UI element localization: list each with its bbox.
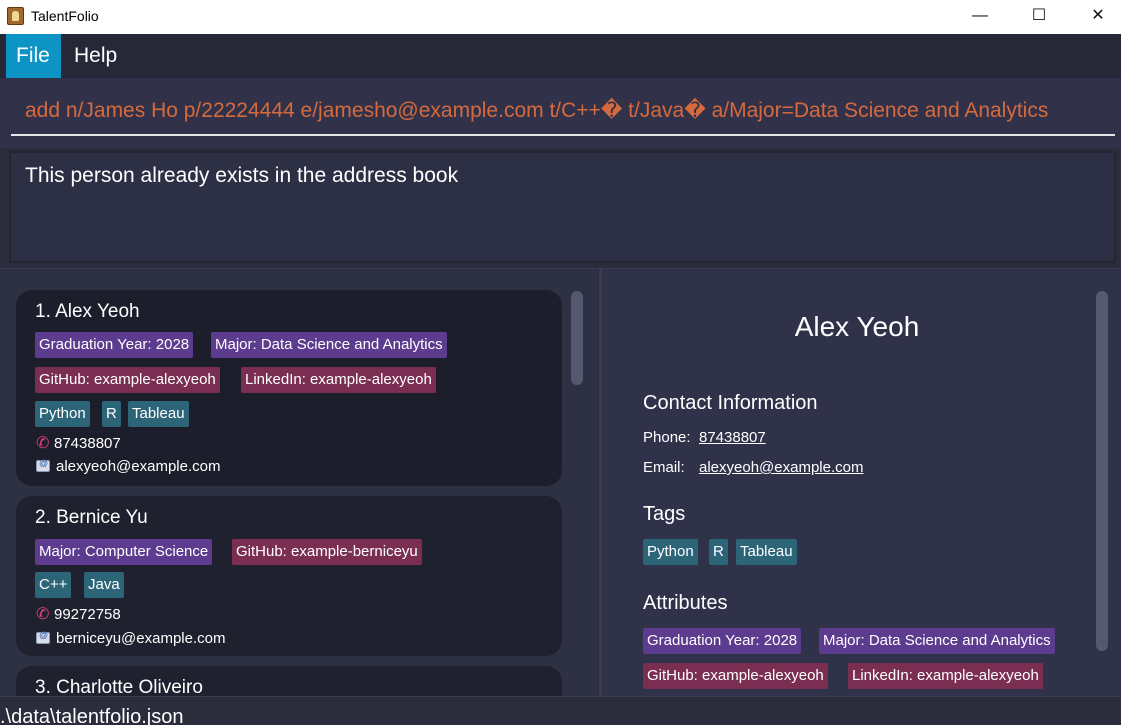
phone-icon: ✆ xyxy=(36,435,50,452)
menu-bar: File Help xyxy=(0,34,1121,78)
link-chip: GitHub: example-alexyeoh xyxy=(643,663,828,689)
tags-heading: Tags xyxy=(643,503,686,525)
command-box: add n/James Ho p/22224444 e/jamesho@exam… xyxy=(0,78,1121,148)
person-card[interactable]: 1. Alex Yeoh Graduation Year: 2028 Major… xyxy=(16,290,562,486)
attribute-chip: Major: Computer Science xyxy=(35,539,213,565)
email-value: alexyeoh@example.com xyxy=(56,458,221,475)
email-line: berniceyu@example.com xyxy=(36,630,225,647)
detail-scrollbar[interactable] xyxy=(1096,291,1108,651)
link-chip: GitHub: example-alexyeoh xyxy=(35,367,220,393)
attribute-chip: Graduation Year: 2028 xyxy=(643,628,802,654)
phone-icon: ✆ xyxy=(36,606,50,623)
list-scrollbar[interactable] xyxy=(571,291,583,385)
link-chip: GitHub: example-berniceyu xyxy=(232,539,422,565)
link-chip: LinkedIn: example-alexyeoh xyxy=(848,663,1043,689)
result-display: This person already exists in the addres… xyxy=(9,151,1116,263)
person-name: 1. Alex Yeoh xyxy=(35,301,140,322)
tag-chip: Tableau xyxy=(128,401,189,427)
contact-heading: Contact Information xyxy=(643,392,818,414)
link-chip: LinkedIn: example-alexyeoh xyxy=(241,367,436,393)
email-icon xyxy=(36,458,50,472)
maximize-icon[interactable]: ☐ xyxy=(1016,0,1062,32)
phone-label: Phone: xyxy=(643,429,691,446)
minimize-icon[interactable]: — xyxy=(957,0,1003,32)
detail-phone[interactable]: 87438807 xyxy=(699,429,766,446)
attribute-chip: Major: Data Science and Analytics xyxy=(211,332,447,358)
phone-value: 87438807 xyxy=(54,435,121,452)
email-icon xyxy=(36,630,50,644)
title-bar: TalentFolio — ☐ ✕ xyxy=(0,0,1121,34)
window-title: TalentFolio xyxy=(31,8,99,24)
phone-line: ✆ 99272758 xyxy=(36,604,121,624)
attribute-chip: Major: Data Science and Analytics xyxy=(819,628,1055,654)
detail-name: Alex Yeoh xyxy=(794,311,920,342)
tag-chip: Python xyxy=(35,401,90,427)
person-name: 3. Charlotte Oliveiro xyxy=(35,677,203,697)
status-bar: .\data\talentfolio.json xyxy=(0,696,1121,725)
person-detail-panel: Alex Yeoh Contact Information Phone: 874… xyxy=(602,269,1121,697)
attributes-heading: Attributes xyxy=(643,592,728,614)
command-input[interactable]: add n/James Ho p/22224444 e/jamesho@exam… xyxy=(11,94,1115,136)
tag-chip: R xyxy=(102,401,121,427)
menu-help[interactable]: Help xyxy=(62,34,129,78)
person-name: 2. Bernice Yu xyxy=(35,507,148,528)
email-line: alexyeoh@example.com xyxy=(36,458,220,475)
tag-chip: Java xyxy=(84,572,124,598)
person-card[interactable]: 3. Charlotte Oliveiro xyxy=(16,666,562,697)
person-card[interactable]: 2. Bernice Yu Major: Computer Science Gi… xyxy=(16,496,562,656)
detail-email[interactable]: alexyeoh@example.com xyxy=(699,459,863,476)
tag-chip: C++ xyxy=(35,572,72,598)
email-value: berniceyu@example.com xyxy=(56,630,226,647)
person-list[interactable]: 1. Alex Yeoh Graduation Year: 2028 Major… xyxy=(0,269,598,697)
close-icon[interactable]: ✕ xyxy=(1075,0,1121,32)
menu-file[interactable]: File xyxy=(6,34,61,78)
tag-chip: R xyxy=(709,539,728,565)
result-text: This person already exists in the addres… xyxy=(25,164,459,187)
app-icon xyxy=(7,7,24,25)
data-file-path: .\data\talentfolio.json xyxy=(0,706,184,725)
phone-value: 99272758 xyxy=(54,606,121,623)
email-label: Email: xyxy=(643,459,685,476)
main-panel: 1. Alex Yeoh Graduation Year: 2028 Major… xyxy=(0,268,1121,697)
tag-chip: Python xyxy=(643,539,698,565)
attribute-chip: Graduation Year: 2028 xyxy=(35,332,194,358)
phone-line: ✆ 87438807 xyxy=(36,433,121,453)
tag-chip: Tableau xyxy=(736,539,797,565)
